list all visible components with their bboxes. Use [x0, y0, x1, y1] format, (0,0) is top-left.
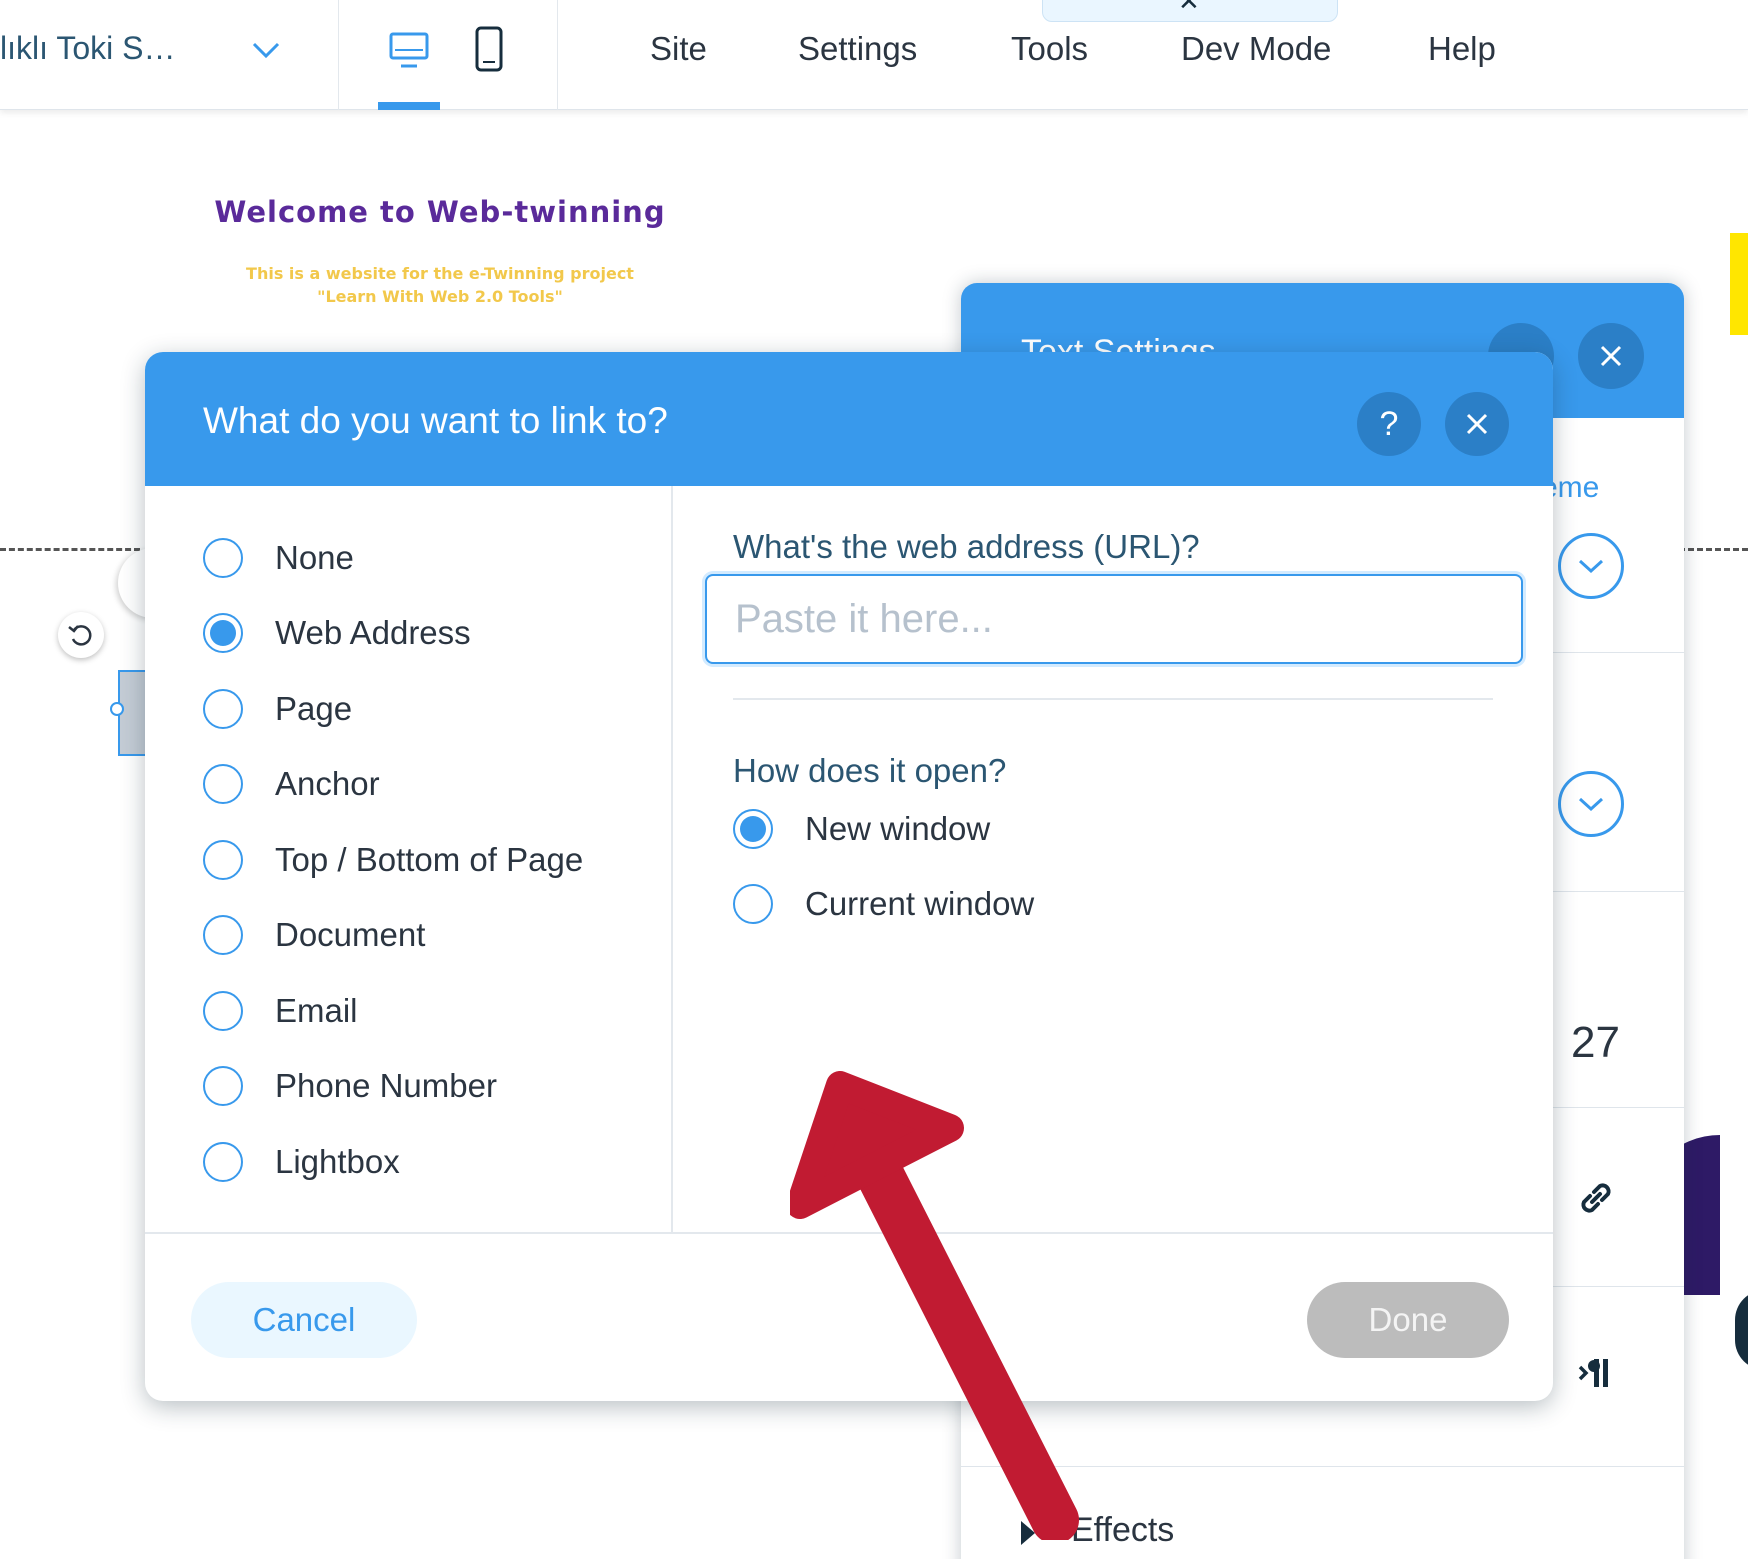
- font-size-value[interactable]: 27: [1571, 1018, 1620, 1068]
- active-view-indicator: [378, 102, 440, 110]
- close-icon[interactable]: ✕: [1178, 0, 1200, 17]
- menu-tools[interactable]: Tools: [1011, 30, 1088, 68]
- welcome-subtitle-line: This is a website for the e-Twinning pro…: [246, 264, 634, 283]
- open-option-label: New window: [805, 810, 991, 847]
- menu-site[interactable]: Site: [650, 30, 707, 68]
- decorative-shape: [1735, 1290, 1748, 1370]
- rotate-handle[interactable]: [58, 612, 104, 658]
- radio-button[interactable]: [733, 809, 773, 849]
- open-new-window[interactable]: New window: [733, 807, 990, 851]
- link-type-page[interactable]: Page: [203, 687, 352, 731]
- decorative-strip: [1730, 233, 1748, 335]
- radio-button[interactable]: [203, 840, 243, 880]
- radio-button[interactable]: [203, 915, 243, 955]
- dialog-column-divider: [671, 486, 673, 1233]
- open-current-window[interactable]: Current window: [733, 882, 1034, 926]
- radio-button[interactable]: [203, 689, 243, 729]
- link-type-phone[interactable]: Phone Number: [203, 1064, 497, 1108]
- text-direction-button[interactable]: [1566, 1343, 1626, 1403]
- link-type-label: None: [275, 539, 354, 576]
- link-type-anchor[interactable]: Anchor: [203, 762, 380, 806]
- radio-button[interactable]: [203, 613, 243, 653]
- mobile-icon: [475, 26, 503, 72]
- menu-settings[interactable]: Settings: [798, 30, 917, 68]
- divider: [733, 698, 1493, 700]
- editor-top-bar: lıklı Toki S… ✕ Site Settings Tools Dev …: [0, 0, 1748, 110]
- url-input[interactable]: [705, 574, 1523, 664]
- radio-button[interactable]: [203, 1066, 243, 1106]
- toolbar-divider: [338, 0, 339, 110]
- link-type-lightbox[interactable]: Lightbox: [203, 1140, 400, 1184]
- radio-button[interactable]: [733, 884, 773, 924]
- close-button[interactable]: [1445, 392, 1509, 456]
- radio-button[interactable]: [203, 538, 243, 578]
- link-type-web-address[interactable]: Web Address: [203, 611, 471, 655]
- link-type-label: Web Address: [275, 614, 471, 651]
- desktop-icon: [389, 32, 429, 68]
- theme-dropdown-button[interactable]: [1558, 533, 1624, 599]
- chevron-down-icon: [1578, 559, 1604, 574]
- welcome-heading[interactable]: Welcome to Web-twinning: [160, 195, 720, 229]
- link-icon: [1581, 1183, 1611, 1213]
- open-option-label: Current window: [805, 885, 1035, 922]
- menu-help[interactable]: Help: [1428, 30, 1496, 68]
- font-dropdown-button[interactable]: [1558, 771, 1624, 837]
- link-type-label: Phone Number: [275, 1067, 497, 1104]
- link-type-none[interactable]: None: [203, 536, 354, 580]
- link-type-label: Lightbox: [275, 1143, 400, 1180]
- desktop-view-button[interactable]: [383, 24, 435, 76]
- section-guide-line: [0, 548, 140, 551]
- welcome-subtitle[interactable]: This is a website for the e-Twinning pro…: [160, 262, 720, 308]
- toolbar-divider: [557, 0, 558, 110]
- link-dialog-title: What do you want to link to?: [203, 400, 668, 441]
- cancel-button[interactable]: Cancel: [191, 1282, 417, 1358]
- link-type-label: Email: [275, 992, 358, 1029]
- radio-button[interactable]: [203, 991, 243, 1031]
- radio-button[interactable]: [203, 1142, 243, 1182]
- resize-handle[interactable]: [110, 702, 124, 716]
- open-mode-label: How does it open?: [733, 752, 1007, 789]
- link-type-label: Page: [275, 690, 353, 727]
- link-type-label: Top / Bottom of Page: [275, 841, 584, 878]
- url-field-label: What's the web address (URL)?: [733, 528, 1200, 565]
- link-type-document[interactable]: Document: [203, 913, 425, 957]
- link-button[interactable]: [1566, 1168, 1626, 1228]
- welcome-subtitle-line: "Learn With Web 2.0 Tools": [317, 287, 563, 306]
- done-button[interactable]: Done: [1307, 1282, 1509, 1358]
- link-type-top-bottom[interactable]: Top / Bottom of Page: [203, 838, 583, 882]
- link-type-email[interactable]: Email: [203, 989, 358, 1033]
- mobile-view-button[interactable]: [463, 24, 515, 76]
- paragraph-direction-icon: [1578, 1359, 1608, 1387]
- link-dialog-header: What do you want to link to? ?: [145, 352, 1553, 486]
- link-type-label: Anchor: [275, 765, 380, 802]
- menu-dev-mode[interactable]: Dev Mode: [1181, 30, 1331, 68]
- help-button[interactable]: ?: [1357, 392, 1421, 456]
- site-name[interactable]: lıklı Toki S…: [0, 30, 175, 67]
- close-button[interactable]: [1578, 323, 1644, 389]
- chevron-down-icon: [1578, 797, 1604, 812]
- rotate-icon: [68, 625, 92, 646]
- link-type-label: Document: [275, 916, 426, 953]
- help-icon: ?: [1379, 404, 1399, 443]
- radio-button[interactable]: [203, 764, 243, 804]
- chevron-down-icon[interactable]: [248, 36, 284, 64]
- close-icon: [1466, 413, 1488, 435]
- annotation-arrow-icon: [790, 1071, 1079, 1540]
- close-icon: [1600, 345, 1622, 367]
